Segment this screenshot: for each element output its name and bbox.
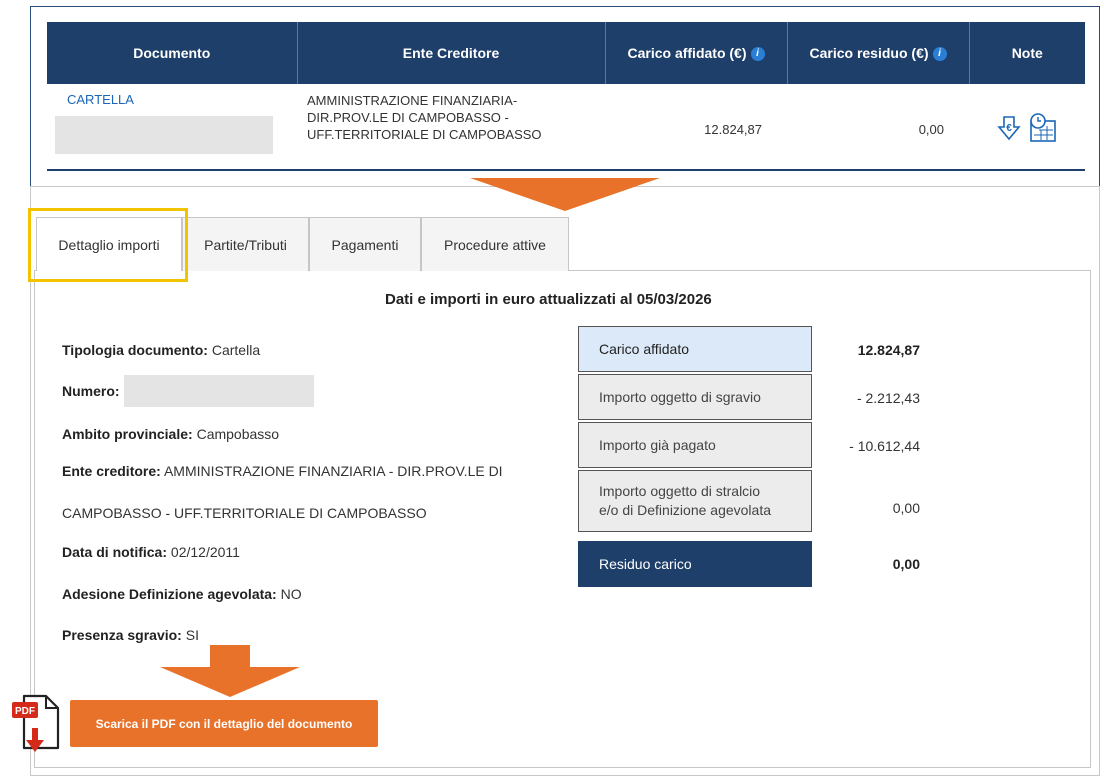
col-header-documento: Documento bbox=[47, 22, 298, 84]
field-value: SI bbox=[185, 627, 199, 643]
field-value: AMMINISTRAZIONE FINANZIARIA - DIR.PROV.L… bbox=[163, 463, 503, 479]
cell-note: € bbox=[969, 84, 1085, 171]
tab-dettaglio-importi[interactable]: Dettaglio importi bbox=[36, 217, 182, 271]
euro-down-icon[interactable]: € bbox=[996, 114, 1022, 142]
tab-procedure-attive[interactable]: Procedure attive bbox=[421, 217, 569, 271]
field-label: Ente creditore: bbox=[62, 463, 161, 479]
cell-carico-affidato: 12.824,87 bbox=[605, 84, 787, 171]
amount-value-residuo: 0,00 bbox=[892, 556, 920, 572]
info-icon[interactable]: i bbox=[750, 47, 765, 62]
svg-text:€: € bbox=[1006, 123, 1012, 134]
field-ambito: Ambito provinciale: Campobasso bbox=[62, 426, 279, 442]
amount-label-residuo: Residuo carico bbox=[578, 541, 812, 587]
amount-label-line: Importo oggetto di stralcio bbox=[599, 483, 761, 499]
redacted-numero bbox=[124, 375, 314, 407]
field-label: Numero: bbox=[62, 383, 120, 399]
col-header-note: Note bbox=[969, 22, 1085, 84]
tab-pagamenti[interactable]: Pagamenti bbox=[309, 217, 421, 271]
redacted-number bbox=[55, 116, 273, 154]
arrow-down-icon bbox=[160, 645, 300, 697]
tab-bar: Dettaglio importi Partite/Tributi Pagame… bbox=[36, 217, 569, 271]
field-adesione: Adesione Definizione agevolata: NO bbox=[62, 586, 302, 602]
pdf-file-icon[interactable]: PDF bbox=[10, 692, 68, 754]
field-numero: Numero: bbox=[62, 383, 120, 399]
amount-value-carico-affidato: 12.824,87 bbox=[857, 342, 920, 358]
field-value: CAMPOBASSO - UFF.TERRITORIALE DI CAMPOBA… bbox=[62, 505, 427, 521]
amount-value-gia-pagato: - 10.612,44 bbox=[849, 438, 920, 454]
field-label: Presenza sgravio: bbox=[62, 627, 182, 643]
amount-label-gia-pagato: Importo già pagato bbox=[578, 422, 812, 468]
table-row: CARTELLA AMMINISTRAZIONE FINANZIARIA- DI… bbox=[47, 84, 1085, 171]
ente-line: DIR.PROV.LE DI CAMPOBASSO - bbox=[307, 110, 509, 125]
panel-title: Dati e importi in euro attualizzati al 0… bbox=[385, 291, 712, 308]
arrow-down-icon bbox=[470, 178, 660, 211]
amount-label-stralcio: Importo oggetto di stralcio e/o di Defin… bbox=[578, 470, 812, 532]
amount-value-sgravio: - 2.212,43 bbox=[856, 390, 920, 406]
amount-value-stralcio: 0,00 bbox=[892, 500, 920, 516]
download-pdf-button[interactable]: Scarica il PDF con il dettaglio del docu… bbox=[70, 700, 378, 747]
field-label: Ambito provinciale: bbox=[62, 426, 193, 442]
field-value: Cartella bbox=[211, 342, 261, 358]
field-data-notifica: Data di notifica: 02/12/2011 bbox=[62, 544, 240, 560]
cell-carico-residuo: 0,00 bbox=[787, 84, 969, 171]
field-value: 02/12/2011 bbox=[170, 544, 240, 560]
tab-partite-tributi[interactable]: Partite/Tributi bbox=[182, 217, 309, 271]
field-ente: Ente creditore: AMMINISTRAZIONE FINANZIA… bbox=[62, 463, 503, 479]
field-tipologia: Tipologia documento: Cartella bbox=[62, 342, 260, 358]
document-table: Documento Ente Creditore Carico affidato… bbox=[47, 22, 1085, 171]
col-header-carico-residuo: Carico residuo (€) i bbox=[787, 22, 970, 84]
field-value: NO bbox=[280, 586, 302, 602]
pdf-icon-label: PDF bbox=[15, 706, 35, 717]
col-header-carico-affidato: Carico affidato (€) i bbox=[605, 22, 788, 84]
amount-label-carico-affidato: Carico affidato bbox=[578, 326, 812, 372]
info-icon[interactable]: i bbox=[932, 47, 947, 62]
field-ente-cont: CAMPOBASSO - UFF.TERRITORIALE DI CAMPOBA… bbox=[62, 505, 427, 521]
ente-line: UFF.TERRITORIALE DI CAMPOBASSO bbox=[307, 127, 542, 142]
field-label: Tipologia documento: bbox=[62, 342, 208, 358]
col-header-ente-creditore: Ente Creditore bbox=[297, 22, 606, 84]
ente-line: AMMINISTRAZIONE FINANZIARIA- bbox=[307, 93, 518, 108]
amount-label-line: e/o di Definizione agevolata bbox=[599, 502, 772, 518]
cell-documento: CARTELLA bbox=[47, 84, 297, 171]
amount-label-sgravio: Importo oggetto di sgravio bbox=[578, 374, 812, 420]
field-sgravio: Presenza sgravio: SI bbox=[62, 627, 199, 643]
field-label: Adesione Definizione agevolata: bbox=[62, 586, 277, 602]
field-label: Data di notifica: bbox=[62, 544, 168, 560]
calendar-clock-icon[interactable] bbox=[1028, 112, 1058, 144]
cell-ente-creditore: AMMINISTRAZIONE FINANZIARIA- DIR.PROV.LE… bbox=[297, 84, 605, 171]
cartella-link[interactable]: CARTELLA bbox=[67, 92, 297, 107]
field-value: Campobasso bbox=[196, 426, 280, 442]
